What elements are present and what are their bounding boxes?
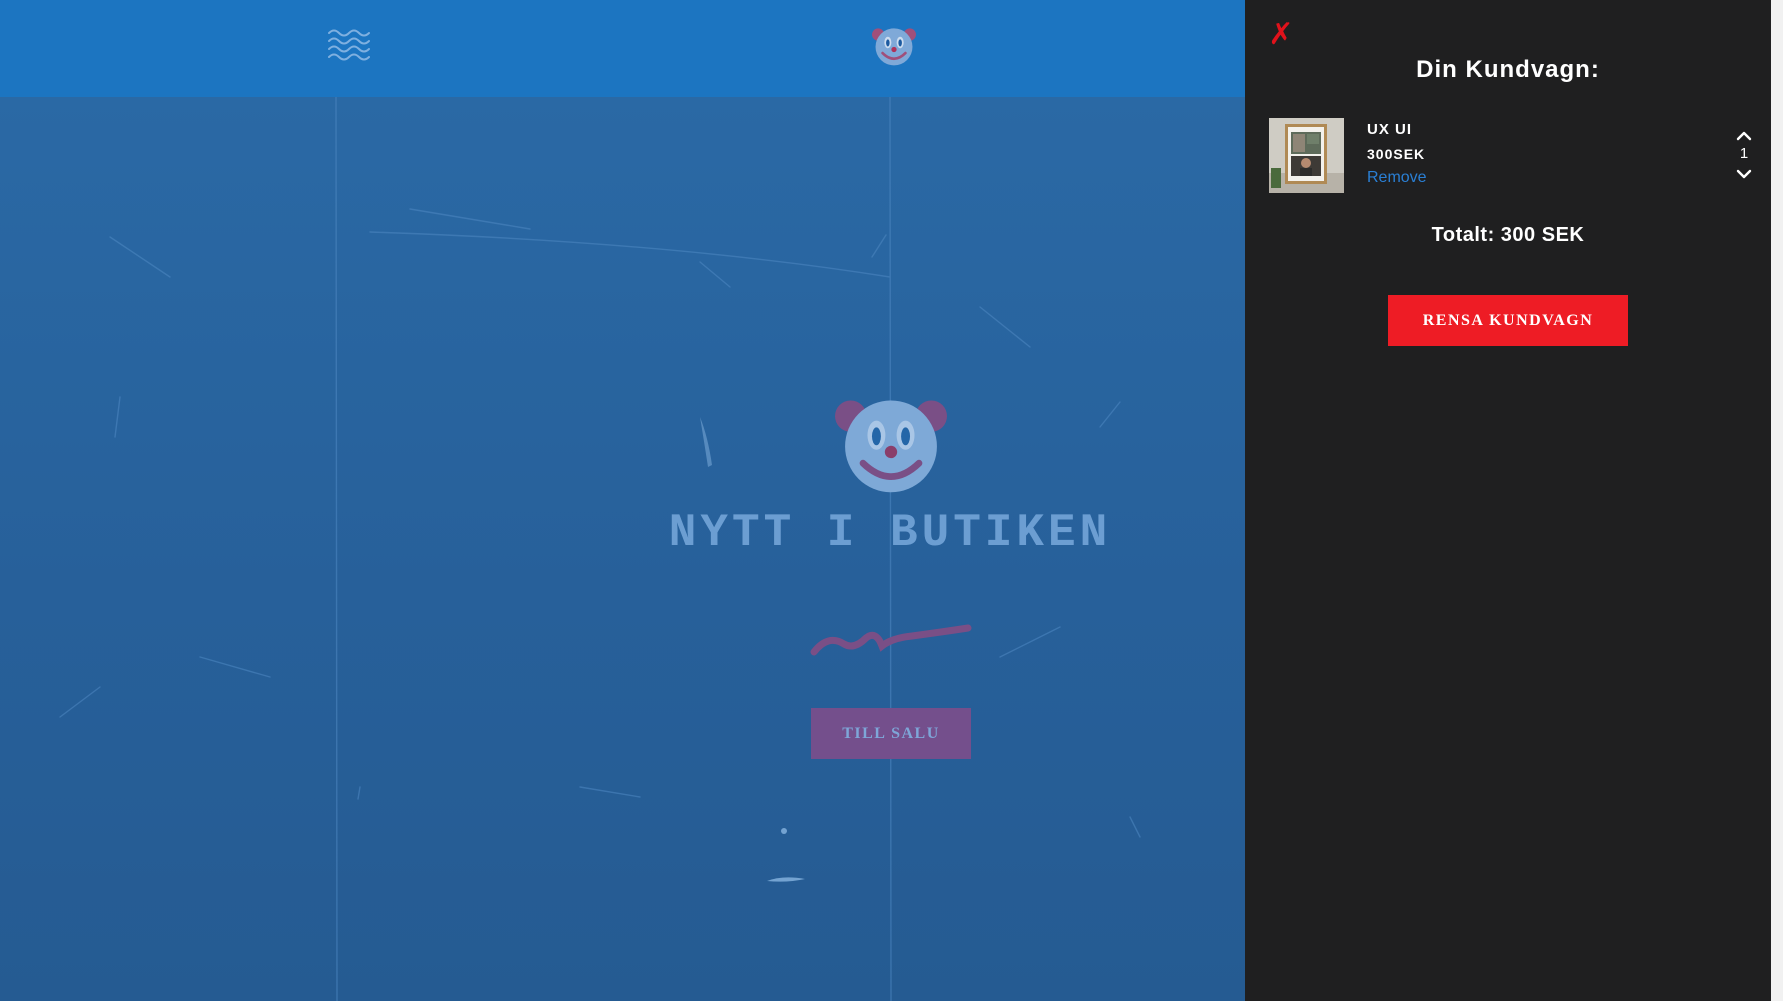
waves-menu-icon[interactable] [327,27,373,63]
close-cart-button[interactable]: ✗ [1267,18,1295,52]
till-salu-button[interactable]: TILL SALU [811,708,971,759]
remove-item-link[interactable]: Remove [1367,169,1427,187]
hero-clown-face-icon [835,387,947,499]
framed-photo-thumbnail [1269,118,1344,193]
top-navbar [0,0,1245,97]
clear-cart-button[interactable]: RENSA KUNDVAGN [1388,295,1628,346]
item-quantity: 1 [1739,145,1749,162]
item-price: 300SEK [1367,146,1426,162]
chevron-down-icon[interactable] [1735,167,1753,181]
clown-face-icon[interactable] [872,24,916,68]
page: NYTT I BUTIKEN TILL SALU ✗ Din Kundvagn: [0,0,1783,1001]
hero-title: NYTT I BUTIKEN [668,507,1112,559]
cart-total: Totalt: 300 SEK [1431,224,1585,246]
site-main: NYTT I BUTIKEN TILL SALU [0,0,1245,1001]
hero-section: NYTT I BUTIKEN TILL SALU [0,97,1245,1001]
cart-title: Din Kundvagn: [1416,56,1600,83]
cart-item: UX UI 300SEK Remove 1 [1269,117,1754,195]
cart-drawer: ✗ Din Kundvagn: UX UI 300SEK Remove 1 To… [1245,0,1771,1001]
brush-squiggle [810,622,972,662]
chevron-up-icon[interactable] [1735,129,1753,143]
item-name: UX UI [1367,121,1413,138]
scrollbar-gutter[interactable] [1771,0,1783,1001]
